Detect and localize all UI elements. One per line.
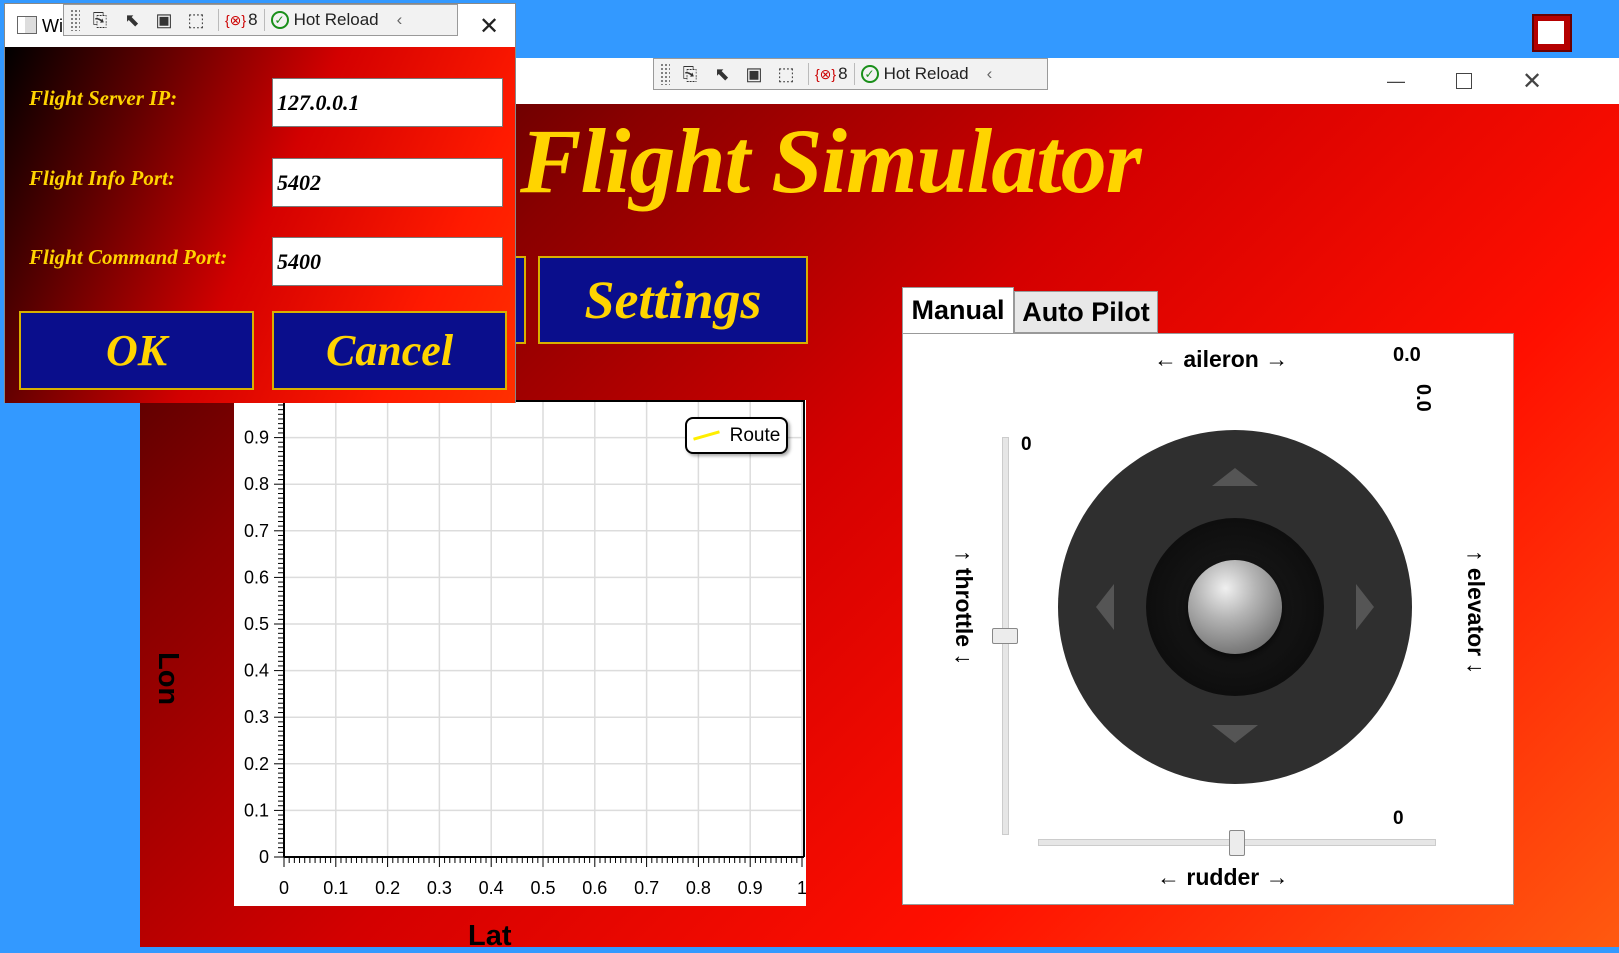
legend-line-icon bbox=[692, 430, 720, 441]
dialog-title: Wi bbox=[42, 16, 63, 36]
hot-reload-label[interactable]: Hot Reload bbox=[884, 64, 969, 84]
app-title: Flight Simulator bbox=[520, 110, 1142, 212]
close-button[interactable]: ✕ bbox=[1498, 58, 1566, 104]
aileron-label: ← aileron → bbox=[1154, 346, 1289, 372]
rudder-thumb[interactable] bbox=[1229, 830, 1245, 856]
y-tick-label: 0.4 bbox=[244, 661, 269, 681]
joystick-right-arrow-icon bbox=[1356, 584, 1374, 630]
settings-dialog: Wi ⎘ ⬉ ▣ ⬚ {⊗} 8 ✓ Hot Reload ‹ ✕ Flight… bbox=[4, 3, 516, 403]
y-tick-label: 0.1 bbox=[244, 800, 269, 820]
maximize-icon bbox=[1456, 73, 1472, 89]
dialog-app-icon bbox=[17, 16, 37, 34]
maximize-button[interactable] bbox=[1430, 58, 1498, 104]
select-element-icon[interactable]: ⬉ bbox=[706, 62, 738, 86]
dialog-dev-toolbar: ⎘ ⬉ ▣ ⬚ {⊗} 8 ✓ Hot Reload ‹ bbox=[63, 4, 458, 36]
joystick-knob[interactable] bbox=[1188, 560, 1282, 654]
binding-failures-count: 8 bbox=[248, 10, 258, 29]
thumbnail-preview bbox=[1538, 21, 1564, 44]
display-layout-adorners-icon[interactable]: ▣ bbox=[148, 8, 180, 32]
joystick-left-arrow-icon bbox=[1096, 584, 1114, 630]
display-layout-adorners-icon[interactable]: ▣ bbox=[738, 62, 770, 86]
toolbar-grip[interactable] bbox=[660, 63, 670, 85]
y-axis-label: Lon bbox=[152, 652, 184, 706]
binding-failures-icon[interactable]: {⊗} bbox=[225, 12, 246, 29]
joystick-down-arrow-icon bbox=[1212, 725, 1258, 743]
toolbar-separator bbox=[808, 63, 809, 85]
aileron-value: 0.0 bbox=[1393, 344, 1421, 366]
y-tick-label: 0.8 bbox=[244, 474, 269, 494]
select-element-icon[interactable]: ⬉ bbox=[116, 8, 148, 32]
tab-auto-pilot[interactable]: Auto Pilot bbox=[1014, 291, 1158, 333]
track-focus-icon[interactable]: ⬚ bbox=[770, 62, 802, 86]
elevator-value: 0.0 bbox=[1412, 384, 1434, 412]
collapse-toolbar-icon[interactable]: ‹ bbox=[397, 10, 403, 30]
x-tick-label: 1 bbox=[797, 878, 806, 898]
route-chart: 0 0.1 0.2 0.3 0.4 0.5 0.6 0.7 0.8 0.9 1 0 0.1 0.2 0.3 0… bbox=[234, 390, 807, 906]
collapse-toolbar-icon[interactable]: ‹ bbox=[987, 64, 993, 84]
dialog-close-icon[interactable]: ✕ bbox=[479, 12, 499, 41]
server-ip-input[interactable] bbox=[272, 78, 503, 127]
x-tick-label: 0.7 bbox=[634, 878, 659, 898]
command-port-label: Flight Command Port: bbox=[29, 245, 228, 269]
x-tick-label: 0 bbox=[279, 878, 289, 898]
close-icon: ✕ bbox=[1521, 67, 1543, 95]
dialog-body: Flight Server IP: Flight Info Port: Flig… bbox=[5, 47, 515, 403]
manual-control-panel: ← aileron → 0.0 0.0 0 ↑ throttle ↓ ↑ ele… bbox=[902, 333, 1514, 905]
x-tick-label: 0.2 bbox=[375, 878, 400, 898]
throttle-value: 0 bbox=[1021, 434, 1032, 455]
live-visual-tree-icon[interactable]: ⎘ bbox=[84, 8, 116, 32]
binding-failures-icon[interactable]: {⊗} bbox=[815, 66, 836, 83]
route-chart-svg: 0 0.1 0.2 0.3 0.4 0.5 0.6 0.7 0.8 0.9 1 0 0.1 0.2 0.3 0… bbox=[244, 390, 807, 898]
elevator-label: ↑ elevator ↓ bbox=[1463, 550, 1489, 674]
dialog-titlebar: Wi ⎘ ⬉ ▣ ⬚ {⊗} 8 ✓ Hot Reload ‹ ✕ bbox=[5, 4, 515, 47]
info-port-label: Flight Info Port: bbox=[29, 166, 175, 190]
chart-legend: Route bbox=[685, 417, 788, 454]
legend-label: Route bbox=[729, 424, 781, 446]
command-port-input[interactable] bbox=[272, 237, 503, 286]
throttle-thumb[interactable] bbox=[992, 628, 1018, 644]
info-port-input[interactable] bbox=[272, 158, 503, 207]
minimize-icon: — bbox=[1387, 70, 1405, 91]
hot-reload-label[interactable]: Hot Reload bbox=[294, 10, 379, 30]
throttle-label: ↑ throttle ↓ bbox=[951, 550, 977, 665]
y-tick-label: 0.2 bbox=[244, 754, 269, 774]
track-focus-icon[interactable]: ⬚ bbox=[180, 8, 212, 32]
x-axis-label: Lat bbox=[468, 920, 512, 952]
y-tick-label: 0.7 bbox=[244, 521, 269, 541]
server-ip-label: Flight Server IP: bbox=[29, 86, 178, 110]
settings-button[interactable]: Settings bbox=[538, 256, 808, 344]
toolbar-separator bbox=[853, 63, 855, 85]
live-visual-tree-icon[interactable]: ⎘ bbox=[674, 62, 706, 86]
toolbar-separator bbox=[218, 9, 219, 31]
tab-manual[interactable]: Manual bbox=[902, 287, 1014, 333]
x-tick-label: 0.8 bbox=[686, 878, 711, 898]
ok-button[interactable]: OK bbox=[19, 311, 254, 390]
y-tick-label: 0.5 bbox=[244, 614, 269, 634]
main-dev-toolbar: ⎘ ⬉ ▣ ⬚ {⊗} 8 ✓ Hot Reload ‹ bbox=[653, 58, 1048, 90]
joystick-base[interactable] bbox=[1058, 430, 1412, 784]
y-tick-label: 0.6 bbox=[244, 567, 269, 587]
x-tick-label: 0.5 bbox=[530, 878, 555, 898]
x-tick-label: 0.6 bbox=[582, 878, 607, 898]
rudder-label: ← rudder → bbox=[1157, 864, 1289, 890]
y-tick-label: 0.9 bbox=[244, 428, 269, 448]
x-tick-label: 0.1 bbox=[323, 878, 348, 898]
binding-failures-count: 8 bbox=[838, 64, 848, 83]
y-tick-label: 0.3 bbox=[244, 707, 269, 727]
x-tick-label: 0.4 bbox=[479, 878, 504, 898]
toolbar-separator bbox=[263, 9, 265, 31]
y-tick-label: 0 bbox=[259, 847, 269, 867]
window-thumbnail-icon[interactable] bbox=[1532, 14, 1572, 52]
toolbar-grip[interactable] bbox=[70, 9, 80, 31]
rudder-value: 0 bbox=[1393, 808, 1404, 829]
hot-reload-check-icon: ✓ bbox=[270, 11, 289, 29]
joystick-up-arrow-icon bbox=[1212, 468, 1258, 486]
cancel-button[interactable]: Cancel bbox=[272, 311, 507, 390]
hot-reload-check-icon: ✓ bbox=[860, 65, 879, 83]
minimize-button[interactable]: — bbox=[1362, 58, 1430, 104]
x-tick-label: 0.3 bbox=[427, 878, 452, 898]
x-tick-label: 0.9 bbox=[738, 878, 763, 898]
